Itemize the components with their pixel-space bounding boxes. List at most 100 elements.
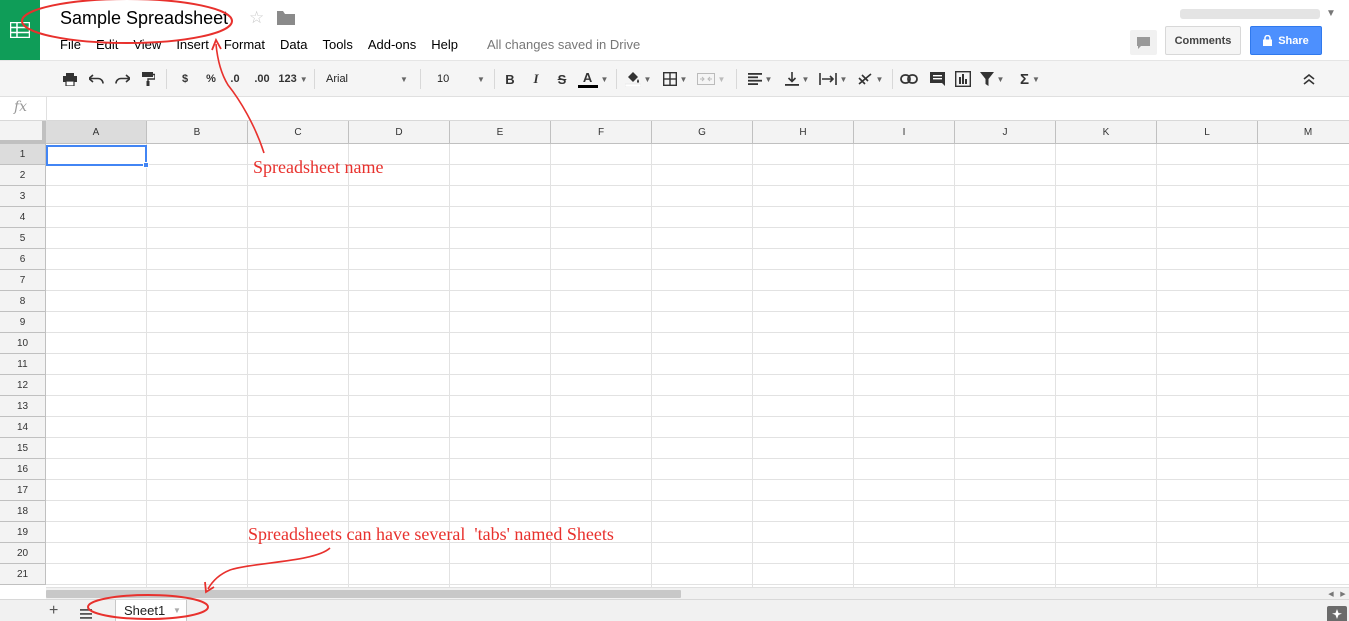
decrease-decimal-button[interactable]: .0 [224,61,246,97]
column-header-f[interactable]: F [551,121,652,144]
increase-decimal-button[interactable]: .00 [250,61,274,97]
column-header-d[interactable]: D [349,121,450,144]
percent-format-button[interactable]: % [202,61,220,97]
comment-icon[interactable] [1130,30,1157,55]
all-sheets-icon[interactable] [80,606,92,621]
account-caret-icon[interactable]: ▼ [1326,8,1336,19]
row-header-19[interactable]: 19 [0,522,46,543]
row-header-18[interactable]: 18 [0,501,46,522]
menu-data[interactable]: Data [280,37,307,53]
sheets-logo-icon[interactable] [0,0,40,60]
currency-format-button[interactable]: $ [176,61,194,97]
menu-insert[interactable]: Insert [176,37,209,53]
row-header-12[interactable]: 12 [0,375,46,396]
text-rotation-icon[interactable]: ▼ [854,61,886,97]
horizontal-align-icon[interactable]: ▼ [744,61,776,97]
scroll-right-icon[interactable]: ▶ [1337,587,1349,599]
borders-icon[interactable]: ▼ [660,61,690,97]
menu-help[interactable]: Help [431,37,458,53]
cells-area[interactable] [46,144,1349,587]
scrollbar-thumb[interactable] [46,590,681,598]
menu-addons[interactable]: Add-ons [368,37,416,53]
insert-chart-icon[interactable] [952,61,974,97]
add-sheet-icon[interactable]: + [49,602,58,620]
more-formats-button[interactable]: 123 ▼ [276,61,310,97]
star-icon[interactable]: ☆ [249,8,264,28]
comments-button[interactable]: Comments [1165,26,1241,55]
font-size-select[interactable]: 10 ▼ [424,61,490,97]
row-header-8[interactable]: 8 [0,291,46,312]
insert-comment-icon[interactable] [926,61,948,97]
column-header-m[interactable]: M [1258,121,1349,144]
app-header: Sample Spreadsheet ☆ File Edit View Inse… [0,0,1349,60]
row-header-13[interactable]: 13 [0,396,46,417]
row-header-5[interactable]: 5 [0,228,46,249]
row-header-2[interactable]: 2 [0,165,46,186]
undo-icon[interactable] [86,61,106,97]
text-color-button[interactable]: A ▼ [576,61,610,97]
row-header-15[interactable]: 15 [0,438,46,459]
fill-color-icon[interactable]: ▼ [622,61,654,97]
bold-button[interactable]: B [500,61,520,97]
explore-icon[interactable] [1327,606,1347,621]
font-family-select[interactable]: Arial ▼ [318,61,414,97]
sheet-tab-sheet1[interactable]: Sheet1 ▼ [115,600,187,621]
row-header-7[interactable]: 7 [0,270,46,291]
column-header-e[interactable]: E [450,121,551,144]
share-button[interactable]: Share [1250,26,1322,55]
column-header-a[interactable]: A [46,121,147,144]
collapse-toolbar-icon[interactable] [1298,61,1320,97]
column-header-l[interactable]: L [1157,121,1258,144]
strikethrough-button[interactable]: S [552,61,572,97]
row-header-16[interactable]: 16 [0,459,46,480]
fill-handle[interactable] [143,162,149,168]
text-color-label: A [582,69,593,85]
row-header-11[interactable]: 11 [0,354,46,375]
annotation-spreadsheet-name: Spreadsheet name [253,157,384,177]
row-header-14[interactable]: 14 [0,417,46,438]
row-header-17[interactable]: 17 [0,480,46,501]
column-header-b[interactable]: B [147,121,248,144]
select-all-corner[interactable] [0,121,46,144]
redo-icon[interactable] [112,61,132,97]
text-wrapping-icon[interactable]: ▼ [816,61,850,97]
row-header-3[interactable]: 3 [0,186,46,207]
row-header-10[interactable]: 10 [0,333,46,354]
menu-format[interactable]: Format [224,37,265,53]
italic-button[interactable]: I [526,61,546,97]
row-header-6[interactable]: 6 [0,249,46,270]
toolbar: $ % .0 .00 123▼ Arial ▼ 10 ▼ B I S A ▼ [0,60,1349,97]
merge-cells-icon[interactable]: ▼ [694,61,728,97]
paint-format-icon[interactable] [138,61,158,97]
column-header-k[interactable]: K [1056,121,1157,144]
chevron-down-icon[interactable]: ▼ [173,606,181,615]
row-header-21[interactable]: 21 [0,564,46,585]
print-icon[interactable] [60,61,80,97]
horizontal-scrollbar[interactable] [46,587,1325,599]
selected-cell[interactable] [46,145,147,166]
menu-edit[interactable]: Edit [96,37,118,53]
column-header-i[interactable]: I [854,121,955,144]
scroll-left-icon[interactable]: ◀ [1325,587,1337,599]
insert-link-icon[interactable] [898,61,920,97]
functions-button[interactable]: Σ ▼ [1014,61,1046,97]
chevron-down-icon: ▼ [477,75,485,84]
account-email[interactable] [1180,9,1320,19]
spreadsheet-title[interactable]: Sample Spreadsheet [60,8,228,29]
share-label: Share [1278,34,1309,47]
column-header-j[interactable]: J [955,121,1056,144]
menu-tools[interactable]: Tools [322,37,352,53]
folder-icon[interactable] [277,11,295,30]
row-header-4[interactable]: 4 [0,207,46,228]
column-header-h[interactable]: H [753,121,854,144]
formula-input[interactable] [50,97,1340,120]
row-header-9[interactable]: 9 [0,312,46,333]
menu-file[interactable]: File [60,37,81,53]
row-header-20[interactable]: 20 [0,543,46,564]
column-header-c[interactable]: C [248,121,349,144]
row-header-1[interactable]: 1 [0,144,46,165]
column-header-g[interactable]: G [652,121,753,144]
vertical-align-icon[interactable]: ▼ [782,61,812,97]
filter-icon[interactable]: ▼ [976,61,1008,97]
menu-view[interactable]: View [133,37,161,53]
